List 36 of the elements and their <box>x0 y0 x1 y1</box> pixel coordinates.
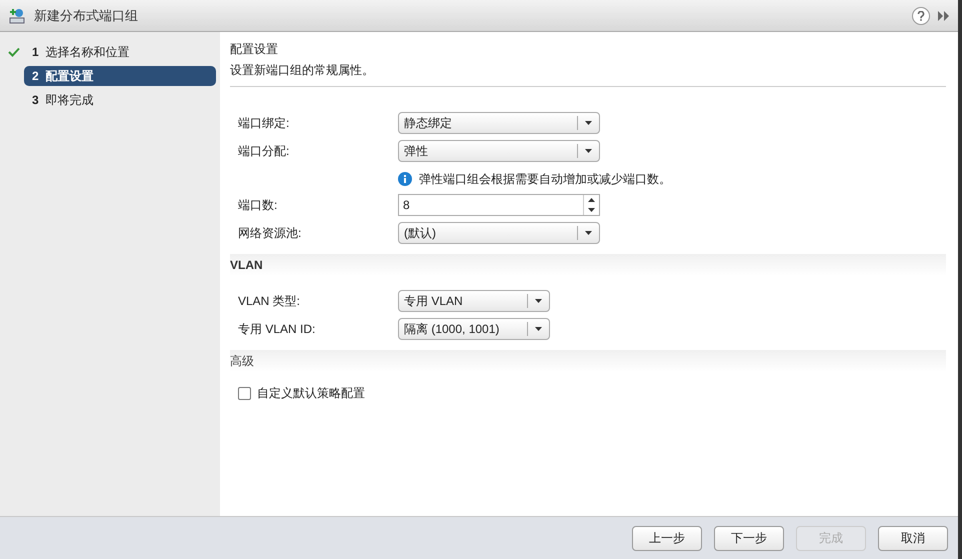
window-title: 新建分布式端口组 <box>34 6 138 25</box>
field-label: VLAN 类型: <box>238 293 302 310</box>
dropdown[interactable]: 隔离 (1000, 1001) <box>398 318 550 340</box>
down-arrow-icon[interactable] <box>588 208 595 212</box>
footer-button[interactable]: 取消 <box>878 526 948 550</box>
wizard-step[interactable]: 1 选择名称和位置 <box>24 42 216 62</box>
checkbox[interactable] <box>238 386 251 400</box>
up-arrow-icon[interactable] <box>588 198 595 202</box>
page-subtitle: 设置新端口组的常规属性。 <box>230 62 375 79</box>
dropdown[interactable]: 专用 VLAN <box>398 290 550 312</box>
help-button[interactable] <box>912 6 930 24</box>
dropdown[interactable]: (默认) <box>398 222 600 244</box>
number-spinner[interactable]: 8 <box>398 194 600 216</box>
wizard-step[interactable]: 3 即将完成 <box>24 90 216 110</box>
footer-button[interactable]: 上一步 <box>632 526 702 550</box>
field-label: 端口数: <box>238 197 278 214</box>
dropdown-caret-icon <box>585 121 592 125</box>
info-text: 弹性端口组会根据需要自动增加或减少端口数。 <box>419 171 671 188</box>
expand-icon[interactable] <box>938 10 950 20</box>
dropdown-caret-icon <box>585 149 592 153</box>
network-icon <box>8 6 26 24</box>
wizard-step[interactable]: 2 配置设置 <box>24 66 216 86</box>
dropdown[interactable]: 弹性 <box>398 140 600 162</box>
field-label: 端口绑定: <box>238 115 290 132</box>
footer-button[interactable]: 下一步 <box>714 526 784 550</box>
info-icon <box>398 172 412 186</box>
checkbox-label: 自定义默认策略配置 <box>257 385 365 402</box>
dropdown-caret-icon <box>535 327 542 331</box>
field-label: 网络资源池: <box>238 225 302 242</box>
field-label: 端口分配: <box>238 143 290 160</box>
dropdown-caret-icon <box>585 231 592 235</box>
page-title: 配置设置 <box>230 41 279 58</box>
dropdown-caret-icon <box>535 299 542 303</box>
dropdown[interactable]: 静态绑定 <box>398 112 600 134</box>
field-label: 专用 VLAN ID: <box>238 321 316 338</box>
help-icon <box>917 10 925 20</box>
